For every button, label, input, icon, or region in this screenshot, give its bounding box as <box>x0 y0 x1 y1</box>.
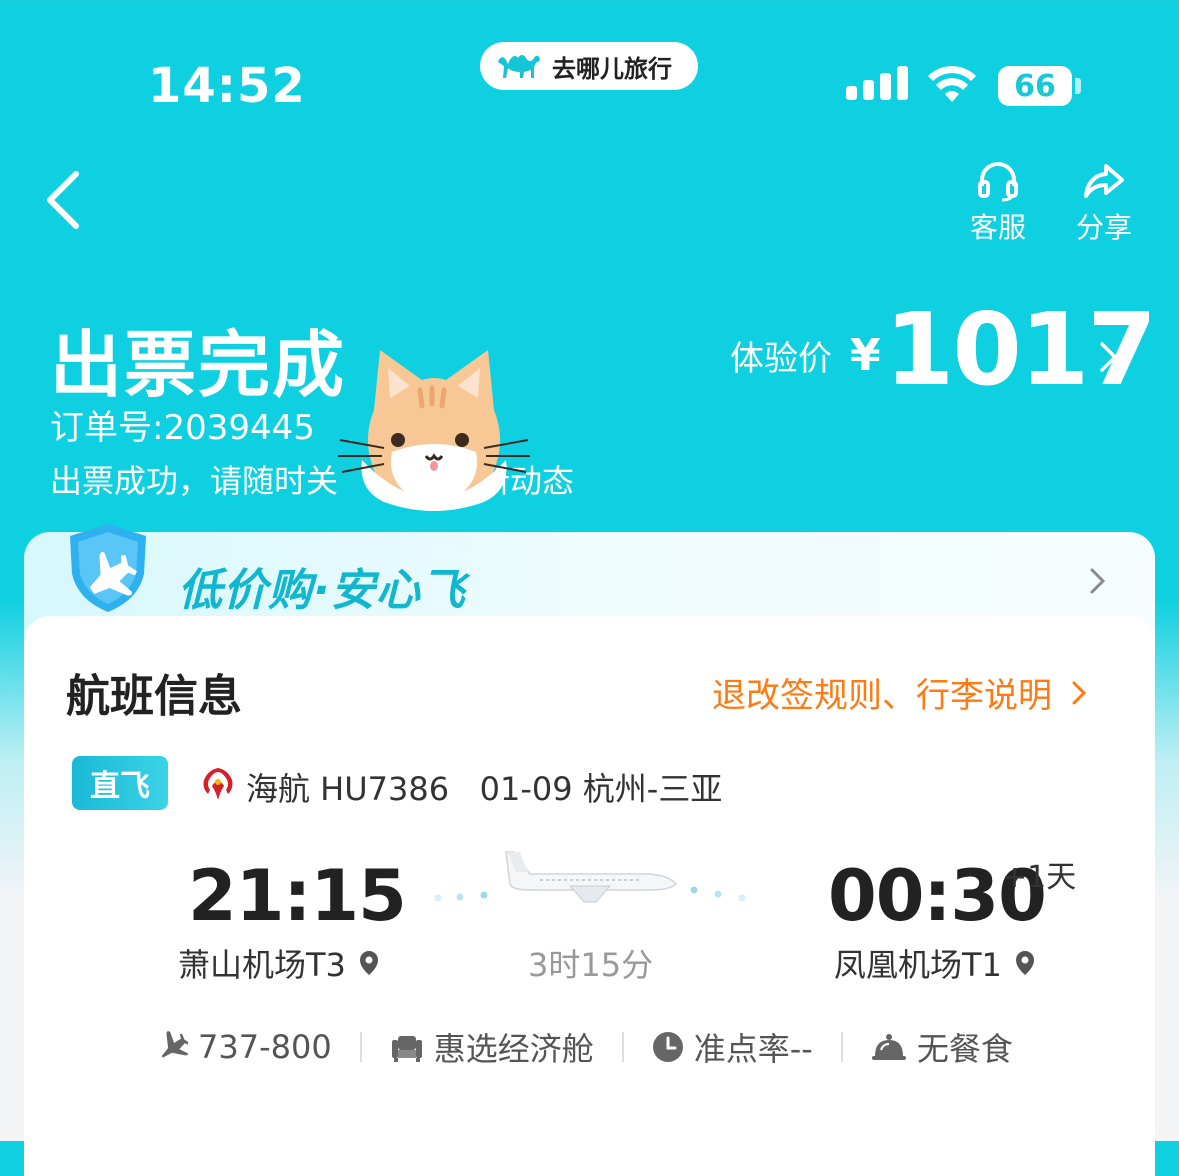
battery-cap <box>1075 78 1081 94</box>
clock-icon <box>652 1032 683 1062</box>
chevron-right-icon <box>1072 681 1087 704</box>
chevron-right-icon[interactable] <box>1088 566 1108 600</box>
cabin-class: 惠选经济舱 <box>433 1030 594 1068</box>
arrival-airport[interactable]: 凤凰机场T1 <box>834 940 1036 986</box>
status-message-part1: 出票成功，请随时关 <box>50 462 339 500</box>
rules-link[interactable]: 退改签规则、行李说明 <box>712 668 1088 717</box>
customer-service-button[interactable]: 客服 <box>970 160 1026 246</box>
shield-plane-icon <box>58 520 158 620</box>
route-dots-left <box>432 890 492 909</box>
app-pill-label: 去哪儿旅行 <box>552 54 672 83</box>
cabin-info: 惠选经济舱 <box>390 1024 594 1070</box>
camel-icon <box>494 48 544 84</box>
promo-banner-text: 低价购·安心飞 <box>178 565 466 616</box>
departure-airport-label: 萧山机场T3 <box>178 946 346 984</box>
wifi-icon <box>926 64 978 108</box>
seat-icon <box>391 1036 422 1062</box>
flight-duration: 3时15分 <box>528 946 654 984</box>
rules-link-label: 退改签规则、行李说明 <box>712 676 1052 716</box>
airline-logo-icon <box>198 764 238 808</box>
punctuality-info: 准点率-- <box>652 1024 813 1070</box>
cat-sticker <box>334 340 534 520</box>
share-icon <box>1084 164 1124 198</box>
direct-flight-tag: 直飞 <box>72 756 168 810</box>
price-block[interactable]: 体验价 ¥ 1017 <box>730 300 1157 400</box>
route-dots-right <box>688 884 748 910</box>
app-pill[interactable]: 去哪儿旅行 <box>480 42 698 90</box>
chevron-right-icon[interactable] <box>1098 340 1120 378</box>
price-currency: ¥ <box>850 329 881 381</box>
share-button[interactable]: 分享 <box>1076 160 1132 246</box>
location-pin-icon <box>359 951 378 975</box>
signal-icon <box>846 66 908 100</box>
on-time-rate: 准点率-- <box>693 1030 813 1068</box>
headset-icon <box>978 162 1018 202</box>
price-label: 体验价 <box>730 338 832 379</box>
meal-label: 无餐食 <box>916 1030 1013 1068</box>
customer-service-label: 客服 <box>970 211 1027 244</box>
flight-info-title: 航班信息 <box>66 671 242 722</box>
flight-details-row: 737-800 惠选经济舱 准点率-- 无餐食 <box>154 1024 1013 1070</box>
order-number[interactable]: 订单号:2039445 <box>50 400 315 449</box>
departure-time: 21:15 <box>188 855 407 937</box>
back-arrow-icon[interactable] <box>44 170 84 234</box>
status-time: 14:52 <box>148 58 306 114</box>
page-title: 出票完成 <box>50 323 347 407</box>
divider <box>840 1032 843 1062</box>
divider <box>621 1032 624 1062</box>
arrival-airport-label: 凤凰机场T1 <box>834 946 1002 984</box>
flight-summary: 海航 HU7386 01-09 杭州-三亚 <box>246 770 723 808</box>
departure-airport[interactable]: 萧山机场T3 <box>178 940 380 986</box>
arrival-day-offset: +1天 <box>1002 860 1077 895</box>
airplane-illustration <box>500 846 680 910</box>
airplane-icon <box>161 1031 188 1058</box>
location-pin-icon <box>1015 951 1034 975</box>
meal-info: 无餐食 <box>871 1024 1013 1070</box>
battery-icon: 66 <box>998 66 1072 106</box>
meal-bell-icon <box>871 1034 906 1060</box>
share-label: 分享 <box>1076 211 1133 244</box>
divider <box>359 1032 362 1062</box>
aircraft-type: 737-800 <box>198 1028 332 1066</box>
aircraft-info: 737-800 <box>154 1028 332 1066</box>
